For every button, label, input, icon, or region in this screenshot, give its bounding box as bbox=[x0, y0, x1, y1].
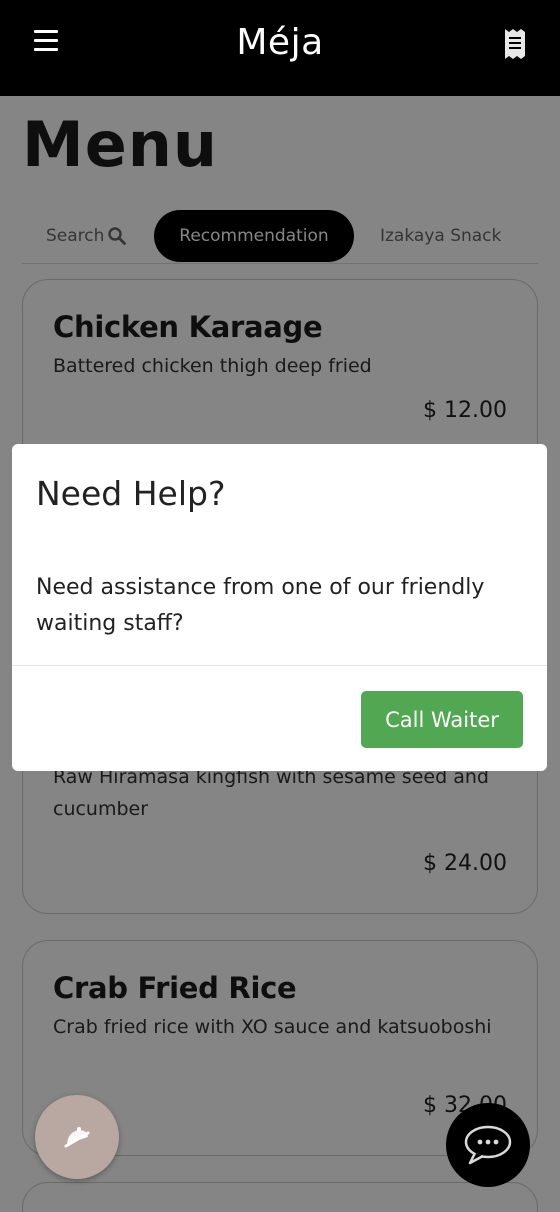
dialog-body: Need assistance from one of our friendly… bbox=[36, 575, 485, 636]
call-bell-button[interactable] bbox=[35, 1095, 119, 1179]
call-waiter-button[interactable]: Call Waiter bbox=[361, 691, 523, 748]
bell-icon bbox=[64, 1127, 90, 1148]
dialog-title: Need Help? bbox=[36, 474, 226, 513]
receipt-icon[interactable] bbox=[504, 28, 526, 60]
dialog-divider bbox=[12, 665, 547, 666]
help-dialog: Need Help? Need assistance from one of o… bbox=[12, 444, 547, 771]
chat-icon bbox=[464, 1125, 512, 1165]
top-bar: Méja bbox=[0, 0, 560, 96]
app-brand: Méja bbox=[236, 22, 324, 63]
chat-button[interactable] bbox=[446, 1103, 530, 1187]
